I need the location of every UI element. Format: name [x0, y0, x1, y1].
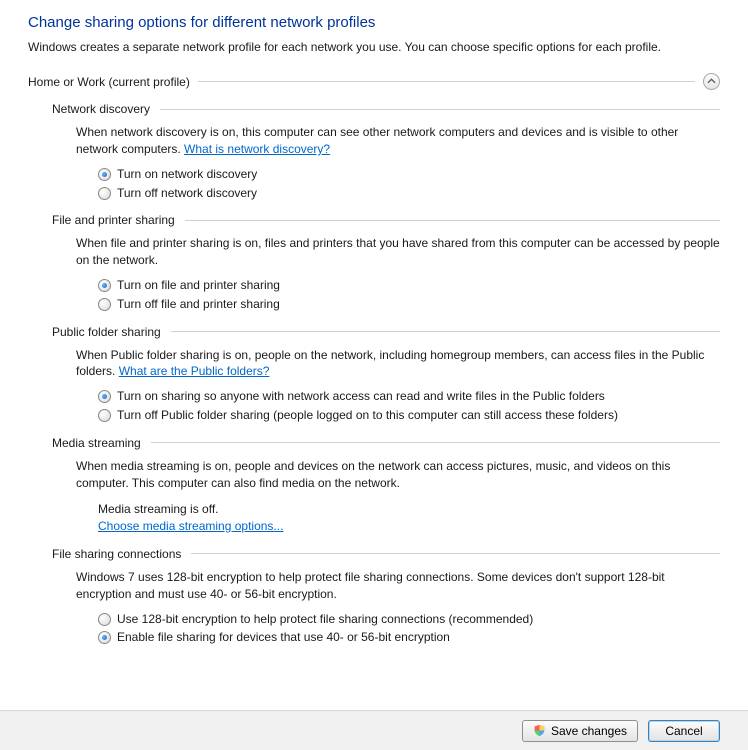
divider [185, 220, 720, 221]
radio-label: Turn off file and printer sharing [117, 296, 720, 313]
section-title: Public folder sharing [52, 325, 171, 339]
uac-shield-icon [533, 724, 546, 737]
cancel-button-label: Cancel [665, 724, 702, 738]
collapse-chevron-icon[interactable] [703, 73, 720, 90]
save-button-label: Save changes [551, 724, 627, 738]
radio-128bit-encryption[interactable] [98, 613, 111, 626]
link-choose-media-streaming-options[interactable]: Choose media streaming options... [98, 519, 283, 533]
section-title: Network discovery [52, 102, 160, 116]
section-desc: When media streaming is on, people and d… [76, 458, 720, 492]
link-what-are-public-folders[interactable]: What are the Public folders? [119, 364, 270, 378]
divider [151, 442, 720, 443]
divider [160, 109, 720, 110]
section-desc: When file and printer sharing is on, fil… [76, 235, 720, 269]
radio-public-folder-off[interactable] [98, 409, 111, 422]
section-file-printer-sharing: File and printer sharing When file and p… [52, 213, 720, 312]
radio-label: Turn on network discovery [117, 166, 720, 183]
divider [198, 81, 695, 82]
footer-bar: Save changes Cancel [0, 710, 748, 750]
section-file-sharing-connections: File sharing connections Windows 7 uses … [52, 547, 720, 646]
profile-header[interactable]: Home or Work (current profile) [28, 73, 720, 90]
section-media-streaming: Media streaming When media streaming is … [52, 436, 720, 535]
radio-40-56bit-encryption[interactable] [98, 631, 111, 644]
section-title: Media streaming [52, 436, 151, 450]
radio-label: Turn on sharing so anyone with network a… [117, 388, 720, 405]
section-desc: Windows 7 uses 128-bit encryption to hel… [76, 569, 720, 603]
radio-public-folder-on[interactable] [98, 390, 111, 403]
link-what-is-network-discovery[interactable]: What is network discovery? [184, 142, 330, 156]
media-streaming-status: Media streaming is off. [98, 501, 720, 518]
radio-label: Turn on file and printer sharing [117, 277, 720, 294]
radio-label: Enable file sharing for devices that use… [117, 629, 720, 646]
radio-network-discovery-on[interactable] [98, 168, 111, 181]
radio-file-printer-on[interactable] [98, 279, 111, 292]
profile-label: Home or Work (current profile) [28, 75, 198, 89]
section-public-folder-sharing: Public folder sharing When Public folder… [52, 325, 720, 424]
section-network-discovery: Network discovery When network discovery… [52, 102, 720, 201]
section-desc: When network discovery is on, this compu… [76, 124, 720, 158]
radio-label: Turn off network discovery [117, 185, 720, 202]
radio-network-discovery-off[interactable] [98, 187, 111, 200]
section-desc: When Public folder sharing is on, people… [76, 347, 720, 381]
radio-file-printer-off[interactable] [98, 298, 111, 311]
save-changes-button[interactable]: Save changes [522, 720, 638, 742]
page-title: Change sharing options for different net… [28, 14, 720, 31]
divider [171, 331, 720, 332]
section-title: File sharing connections [52, 547, 191, 561]
page-intro: Windows creates a separate network profi… [28, 39, 720, 55]
section-title: File and printer sharing [52, 213, 185, 227]
radio-label: Turn off Public folder sharing (people l… [117, 407, 720, 424]
cancel-button[interactable]: Cancel [648, 720, 720, 742]
radio-label: Use 128-bit encryption to help protect f… [117, 611, 720, 628]
divider [191, 553, 720, 554]
